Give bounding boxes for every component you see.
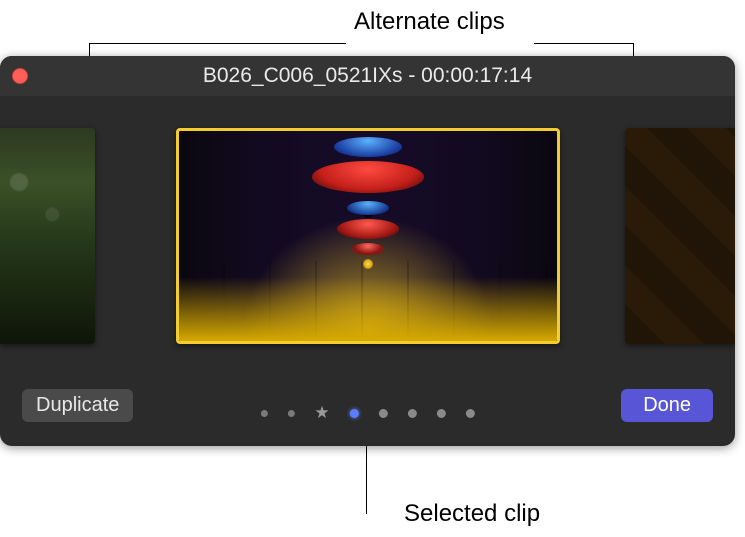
alternate-clip-prev[interactable] <box>0 128 95 344</box>
titlebar: B026_C006_0521IXs - 00:00:17:14 <box>0 56 735 96</box>
pager-dot[interactable] <box>437 409 446 418</box>
pager-dot[interactable] <box>408 409 417 418</box>
window-title: B026_C006_0521IXs - 00:00:17:14 <box>0 64 735 88</box>
pager-dot[interactable] <box>466 409 475 418</box>
callout-alternate-clips: Alternate clips <box>354 8 505 36</box>
clip-pager: ★ <box>260 405 474 422</box>
pager-dot-active[interactable] <box>350 409 359 418</box>
pager-dot[interactable] <box>379 409 388 418</box>
callout-line <box>534 43 634 44</box>
pager-dot[interactable] <box>260 410 267 417</box>
audition-window: B026_C006_0521IXs - 00:00:17:14 Duplicat… <box>0 56 735 446</box>
close-button[interactable] <box>12 68 28 84</box>
pager-favorite-icon[interactable]: ★ <box>314 404 329 421</box>
selected-clip[interactable] <box>176 128 560 344</box>
bottom-bar: Duplicate ★ Done <box>0 378 735 446</box>
done-button[interactable]: Done <box>621 389 713 422</box>
callout-selected-clip: Selected clip <box>404 500 540 528</box>
duplicate-button[interactable]: Duplicate <box>22 389 133 422</box>
clip-thumbnail <box>179 131 557 341</box>
clip-strip <box>0 96 735 376</box>
pager-dot[interactable] <box>287 410 294 417</box>
alternate-clip-next[interactable] <box>625 128 735 344</box>
callout-line <box>90 43 346 44</box>
clip-thumbnail <box>625 128 735 344</box>
clip-thumbnail <box>0 128 95 344</box>
